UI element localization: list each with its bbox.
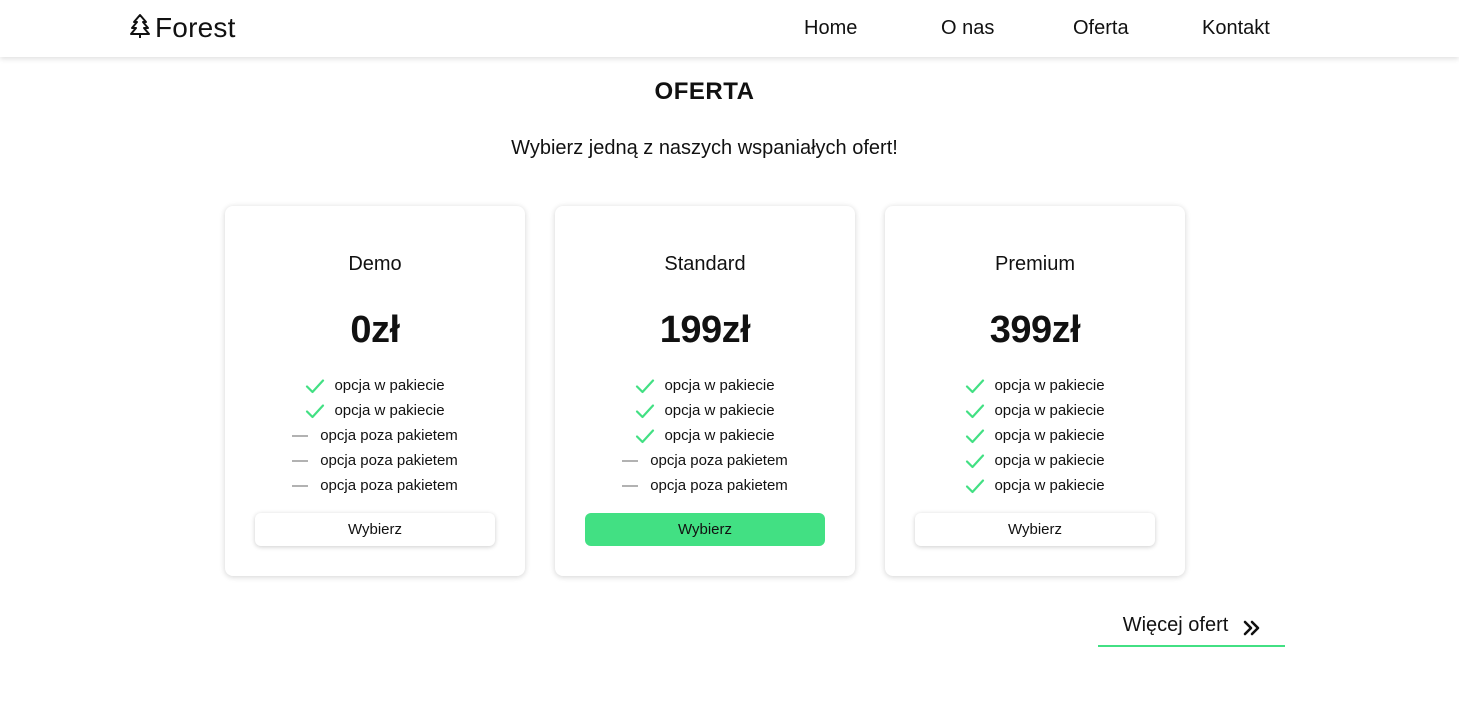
check-icon (305, 378, 325, 394)
feature-excluded: opcja poza pakietem (225, 448, 525, 473)
dash-icon (622, 453, 639, 469)
feature-excluded: opcja poza pakietem (555, 448, 855, 473)
feature-excluded: opcja poza pakietem (225, 423, 525, 448)
feature-text: opcja w pakiecie (994, 402, 1105, 419)
nav-home[interactable]: Home (804, 17, 857, 40)
check-icon (965, 378, 985, 394)
feature-text: opcja w pakiecie (664, 402, 775, 419)
dash-icon (292, 428, 309, 444)
choose-standard-button[interactable]: Wybierz (585, 513, 825, 546)
feature-text: opcja poza pakietem (320, 427, 458, 444)
nav-oferta[interactable]: Oferta (1073, 17, 1129, 40)
feature-text: opcja w pakiecie (994, 452, 1105, 469)
feature-list: opcja w pakiecie opcja w pakiecie opcja po… (225, 373, 525, 498)
choose-demo-button[interactable]: Wybierz (255, 513, 495, 546)
dash-icon (622, 478, 639, 494)
feature-excluded: opcja poza pakietem (225, 473, 525, 498)
logo[interactable]: Forest (129, 10, 236, 46)
plan-price: 0zł (350, 309, 400, 351)
feature-excluded: opcja poza pakietem (555, 473, 855, 498)
navbar: Forest Home O nas Oferta Kontakt (0, 0, 1459, 57)
nav-kontakt[interactable]: Kontakt (1202, 17, 1270, 40)
logo-text: Forest (155, 12, 236, 43)
feature-included: opcja w pakiecie (555, 423, 855, 448)
feature-included: opcja w pakiecie (225, 398, 525, 423)
feature-included: opcja w pakiecie (885, 398, 1185, 423)
feature-included: opcja w pakiecie (885, 373, 1185, 398)
feature-text: opcja w pakiecie (334, 402, 445, 419)
more-offers-link[interactable]: Więcej ofert (1098, 614, 1285, 647)
check-icon (965, 478, 985, 494)
feature-list: opcja w pakiecie opcja w pakiecie opcja w … (555, 373, 855, 498)
page-title: OFERTA (654, 78, 755, 105)
feature-included: opcja w pakiecie (555, 373, 855, 398)
feature-text: opcja w pakiecie (994, 377, 1105, 394)
plan-price: 399zł (989, 309, 1081, 351)
check-icon (635, 378, 655, 394)
feature-list: opcja w pakiecie opcja w pakiecie opcja w … (885, 373, 1185, 498)
feature-text: opcja poza pakietem (320, 477, 458, 494)
plan-name: Premium (994, 253, 1075, 275)
dash-icon (292, 478, 309, 494)
check-icon (635, 403, 655, 419)
check-icon (305, 403, 325, 419)
page-subtitle: Wybierz jedną z naszych wspaniałych ofer… (511, 137, 898, 159)
feature-text: opcja poza pakietem (650, 452, 788, 469)
plan-card-standard: Standard 199zł opcja w pakiecie opcja w p… (555, 206, 855, 576)
feature-text: opcja poza pakietem (320, 452, 458, 469)
feature-included: opcja w pakiecie (885, 473, 1185, 498)
double-chevron-right-icon (1242, 614, 1260, 642)
feature-included: opcja w pakiecie (555, 398, 855, 423)
check-icon (965, 403, 985, 419)
tree-icon (129, 13, 155, 44)
more-offers-label: Więcej ofert (1122, 614, 1229, 636)
plan-price: 199zł (659, 309, 751, 351)
nav-o-nas[interactable]: O nas (941, 17, 994, 40)
feature-included: opcja w pakiecie (885, 448, 1185, 473)
plan-card-premium: Premium 399zł opcja w pakiecie opcja w pa… (885, 206, 1185, 576)
check-icon (965, 453, 985, 469)
plan-card-demo: Demo 0zł opcja w pakiecie opcja w pakieci… (225, 206, 525, 576)
dash-icon (292, 453, 309, 469)
choose-premium-button[interactable]: Wybierz (915, 513, 1155, 546)
feature-text: opcja w pakiecie (664, 427, 775, 444)
plan-name: Standard (664, 253, 746, 275)
feature-included: opcja w pakiecie (885, 423, 1185, 448)
check-icon (635, 428, 655, 444)
feature-text: opcja w pakiecie (664, 377, 775, 394)
feature-text: opcja w pakiecie (994, 427, 1105, 444)
feature-text: opcja w pakiecie (334, 377, 445, 394)
feature-included: opcja w pakiecie (225, 373, 525, 398)
feature-text: opcja poza pakietem (650, 477, 788, 494)
check-icon (965, 428, 985, 444)
feature-text: opcja w pakiecie (994, 477, 1105, 494)
plan-name: Demo (348, 253, 402, 275)
